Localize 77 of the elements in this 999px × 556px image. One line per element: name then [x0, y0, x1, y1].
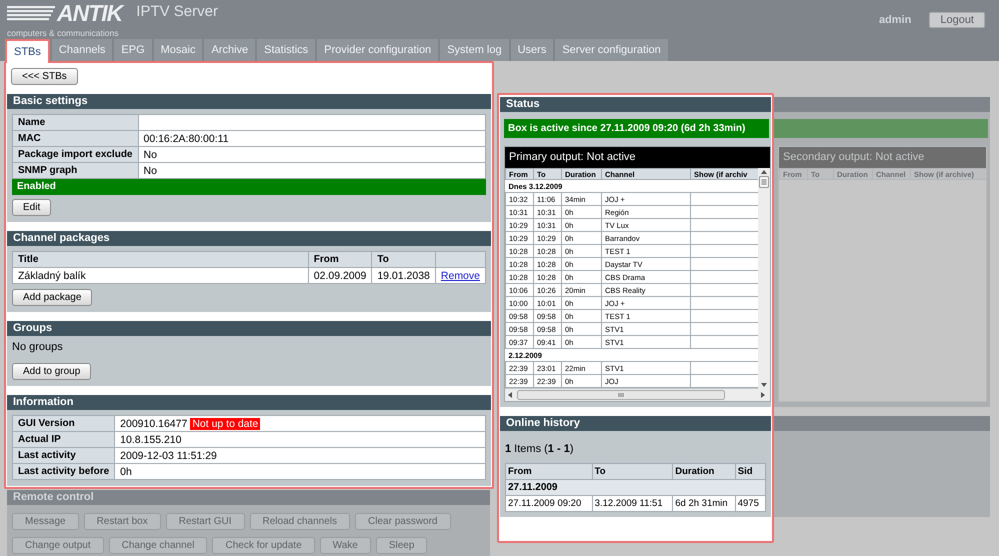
- scrollbar-thumb[interactable]: [759, 176, 769, 188]
- section-header: Basic settings: [7, 94, 491, 109]
- section-header: Remote control: [7, 490, 490, 505]
- remote-button[interactable]: Message: [12, 513, 79, 530]
- tab[interactable]: Statistics: [257, 39, 316, 61]
- field-value: 2009-12-03 11:51:29: [114, 448, 486, 464]
- remote-button[interactable]: Change channel: [108, 537, 208, 554]
- table-cell: Základný balík: [12, 268, 308, 284]
- tab[interactable]: System log: [440, 39, 509, 61]
- section-header: Groups: [7, 321, 491, 336]
- tab[interactable]: STBs: [5, 39, 50, 63]
- tab[interactable]: Archive: [204, 39, 256, 61]
- field-value: No: [138, 146, 486, 162]
- empty-message: No groups: [12, 341, 64, 354]
- output-title: Primary output: Not active: [505, 147, 770, 168]
- section-header: Information: [7, 395, 491, 410]
- scroll-up-arrow[interactable]: [760, 168, 768, 176]
- column-header: From: [308, 252, 372, 268]
- tab[interactable]: Mosaic: [154, 39, 202, 61]
- field-label: MAC: [12, 130, 138, 146]
- field-label: Actual IP: [12, 432, 115, 448]
- tab[interactable]: Channels: [52, 39, 112, 61]
- add-to-group-button[interactable]: Add to group: [12, 363, 92, 380]
- section-header: Status: [500, 97, 771, 112]
- column-header: To: [372, 252, 436, 268]
- section-header: Online history: [500, 416, 771, 431]
- tab[interactable]: Server configuration: [555, 39, 668, 61]
- column-header: Title: [12, 252, 308, 268]
- remote-button[interactable]: Restart GUI: [166, 513, 245, 530]
- tab[interactable]: Provider configuration: [317, 39, 438, 61]
- tab[interactable]: Users: [510, 39, 554, 61]
- status-bar: Box is active since 27.11.2009 09:20 (6d 2h 33min): [504, 119, 769, 138]
- logo-stripes-icon: [7, 5, 57, 22]
- date-group-label: 27.11.2009: [506, 480, 766, 496]
- remote-button[interactable]: Wake: [320, 537, 371, 554]
- field-value: 200910.16477: [120, 418, 188, 430]
- table-cell: 19.01.2038: [372, 268, 436, 284]
- remote-button[interactable]: Sleep: [376, 537, 428, 554]
- status-bar: Enabled: [12, 179, 486, 195]
- field-value: 0h: [114, 464, 486, 480]
- remote-button[interactable]: Reload channels: [250, 513, 350, 530]
- back-button[interactable]: <<< STBs: [11, 68, 78, 85]
- table-cell: 02.09.2009: [308, 268, 372, 284]
- user-name: admin: [878, 14, 912, 28]
- add-package-button[interactable]: Add package: [12, 289, 92, 306]
- edit-button[interactable]: Edit: [12, 199, 52, 216]
- column-header: From: [506, 464, 592, 480]
- logo-text: ANTIK: [57, 2, 122, 25]
- section-header: Channel packages: [7, 231, 491, 246]
- remote-button[interactable]: Check for update: [212, 537, 315, 554]
- scroll-down-arrow[interactable]: [760, 381, 768, 389]
- field-label: SNMP graph: [12, 162, 138, 178]
- field-label: Last activity: [12, 448, 115, 464]
- tab[interactable]: EPG: [114, 39, 152, 61]
- remote-button[interactable]: Clear password: [355, 513, 450, 530]
- column-header: To: [592, 464, 673, 480]
- field-label: Name: [12, 114, 138, 130]
- field-label: Package import exclude: [12, 146, 138, 162]
- table-cell: 6d 2h 31min: [672, 496, 736, 512]
- remote-button[interactable]: Change output: [12, 537, 104, 554]
- logo-tagline: computers & communications: [7, 29, 120, 38]
- warning-label: Not up to date: [190, 418, 260, 430]
- table-cell: 4975: [735, 496, 766, 512]
- items-summary: 1 Items (1 - 1): [505, 443, 574, 456]
- table-cell: 3.12.2009 11:51: [592, 496, 673, 512]
- output-title: Secondary output: Not active: [779, 147, 986, 168]
- logout-button[interactable]: Logout: [929, 12, 985, 28]
- remote-button[interactable]: Restart box: [84, 513, 161, 530]
- app-title: IPTV Server: [136, 3, 218, 22]
- scrollbar-thumb[interactable]: [517, 390, 725, 400]
- field-value: 10.8.155.210: [114, 432, 486, 448]
- field-label: GUI Version: [12, 416, 115, 432]
- column-header: Sid: [735, 464, 766, 480]
- column-header: Duration: [672, 464, 736, 480]
- field-label: Last activity before: [12, 464, 115, 480]
- field-value: 00:16:2A:80:00:11: [138, 130, 486, 146]
- table-cell: 27.11.2009 09:20: [506, 496, 592, 512]
